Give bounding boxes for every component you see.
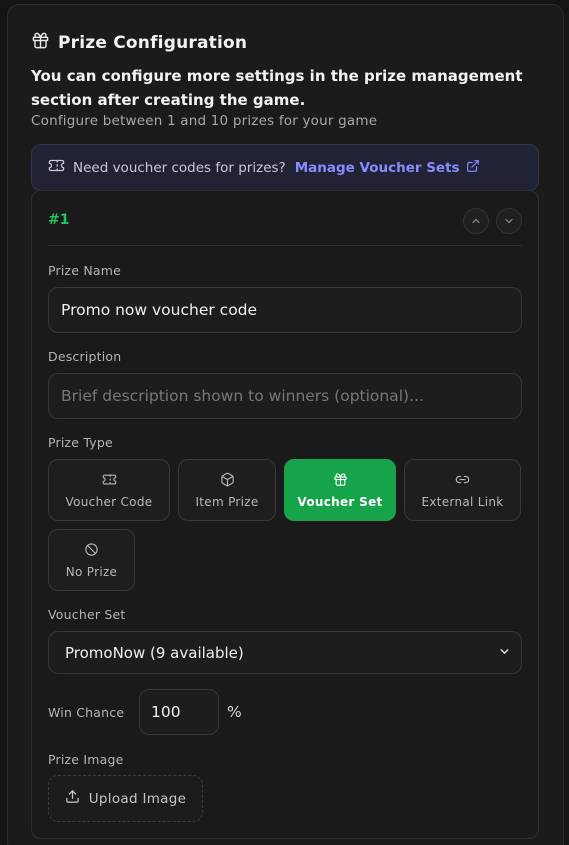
section-title: Prize Configuration xyxy=(58,32,248,53)
upload-image-button[interactable]: Upload Image xyxy=(48,775,203,822)
prize-type-voucher-code[interactable]: Voucher Code xyxy=(48,459,170,521)
banner-text: Need voucher codes for prizes? xyxy=(73,159,286,176)
section-subtext: Configure between 1 and 10 prizes for yo… xyxy=(31,113,378,129)
prize-type-voucher-set[interactable]: Voucher Set xyxy=(284,459,396,521)
prize-name-label: Prize Name xyxy=(48,263,122,278)
win-chance-input[interactable] xyxy=(139,689,219,735)
ticket-icon xyxy=(102,472,117,490)
link-icon xyxy=(455,472,470,490)
description-label: Description xyxy=(48,349,122,364)
external-link-icon xyxy=(466,159,480,177)
prize-type-label-text: Voucher Code xyxy=(65,494,153,509)
manage-voucher-sets-label: Manage Voucher Sets xyxy=(294,159,460,176)
box-icon xyxy=(220,472,235,490)
section-lead-text: You can configure more settings in the p… xyxy=(31,67,523,109)
reorder-controls xyxy=(463,208,522,234)
win-chance-label: Win Chance xyxy=(48,705,125,720)
ban-icon xyxy=(84,542,99,560)
upload-image-label: Upload Image xyxy=(88,790,187,807)
gift-icon xyxy=(31,31,50,54)
prize-type-label-text: Voucher Set xyxy=(297,494,383,509)
prize-image-label: Prize Image xyxy=(48,752,124,767)
prize-number: #1 xyxy=(48,212,70,228)
chevron-down-icon xyxy=(498,644,511,662)
description-input[interactable] xyxy=(48,373,522,419)
manage-voucher-sets-link[interactable]: Manage Voucher Sets xyxy=(295,159,480,177)
voucher-set-label: Voucher Set xyxy=(48,607,126,622)
card-divider xyxy=(48,245,522,246)
prize-type-item-prize[interactable]: Item Prize xyxy=(178,459,276,521)
ticket-icon xyxy=(48,157,65,178)
prize-name-input[interactable] xyxy=(48,287,522,333)
prize-type-label-text: External Link xyxy=(421,494,504,509)
voucher-set-select[interactable]: PromoNow (9 available) xyxy=(48,631,522,674)
prize-type-label-text: No Prize xyxy=(65,564,118,579)
prize-card: #1 Prize Name Description Prize Type Vou… xyxy=(31,190,539,839)
voucher-info-banner: Need voucher codes for prizes? Manage Vo… xyxy=(31,144,539,191)
chevron-down-icon xyxy=(503,212,515,231)
move-down-button[interactable] xyxy=(496,208,522,234)
voucher-set-selected-value: PromoNow (9 available) xyxy=(65,643,244,662)
prize-type-label-text: Item Prize xyxy=(195,494,259,509)
chevron-up-icon xyxy=(470,212,482,231)
prize-type-no-prize[interactable]: No Prize xyxy=(48,529,135,591)
move-up-button[interactable] xyxy=(463,208,489,234)
section-header: Prize Configuration xyxy=(31,31,247,54)
win-chance-unit: % xyxy=(227,703,242,721)
prize-type-external-link[interactable]: External Link xyxy=(404,459,521,521)
prize-type-label: Prize Type xyxy=(48,435,113,450)
upload-icon xyxy=(65,789,80,808)
gift-icon xyxy=(333,472,348,490)
